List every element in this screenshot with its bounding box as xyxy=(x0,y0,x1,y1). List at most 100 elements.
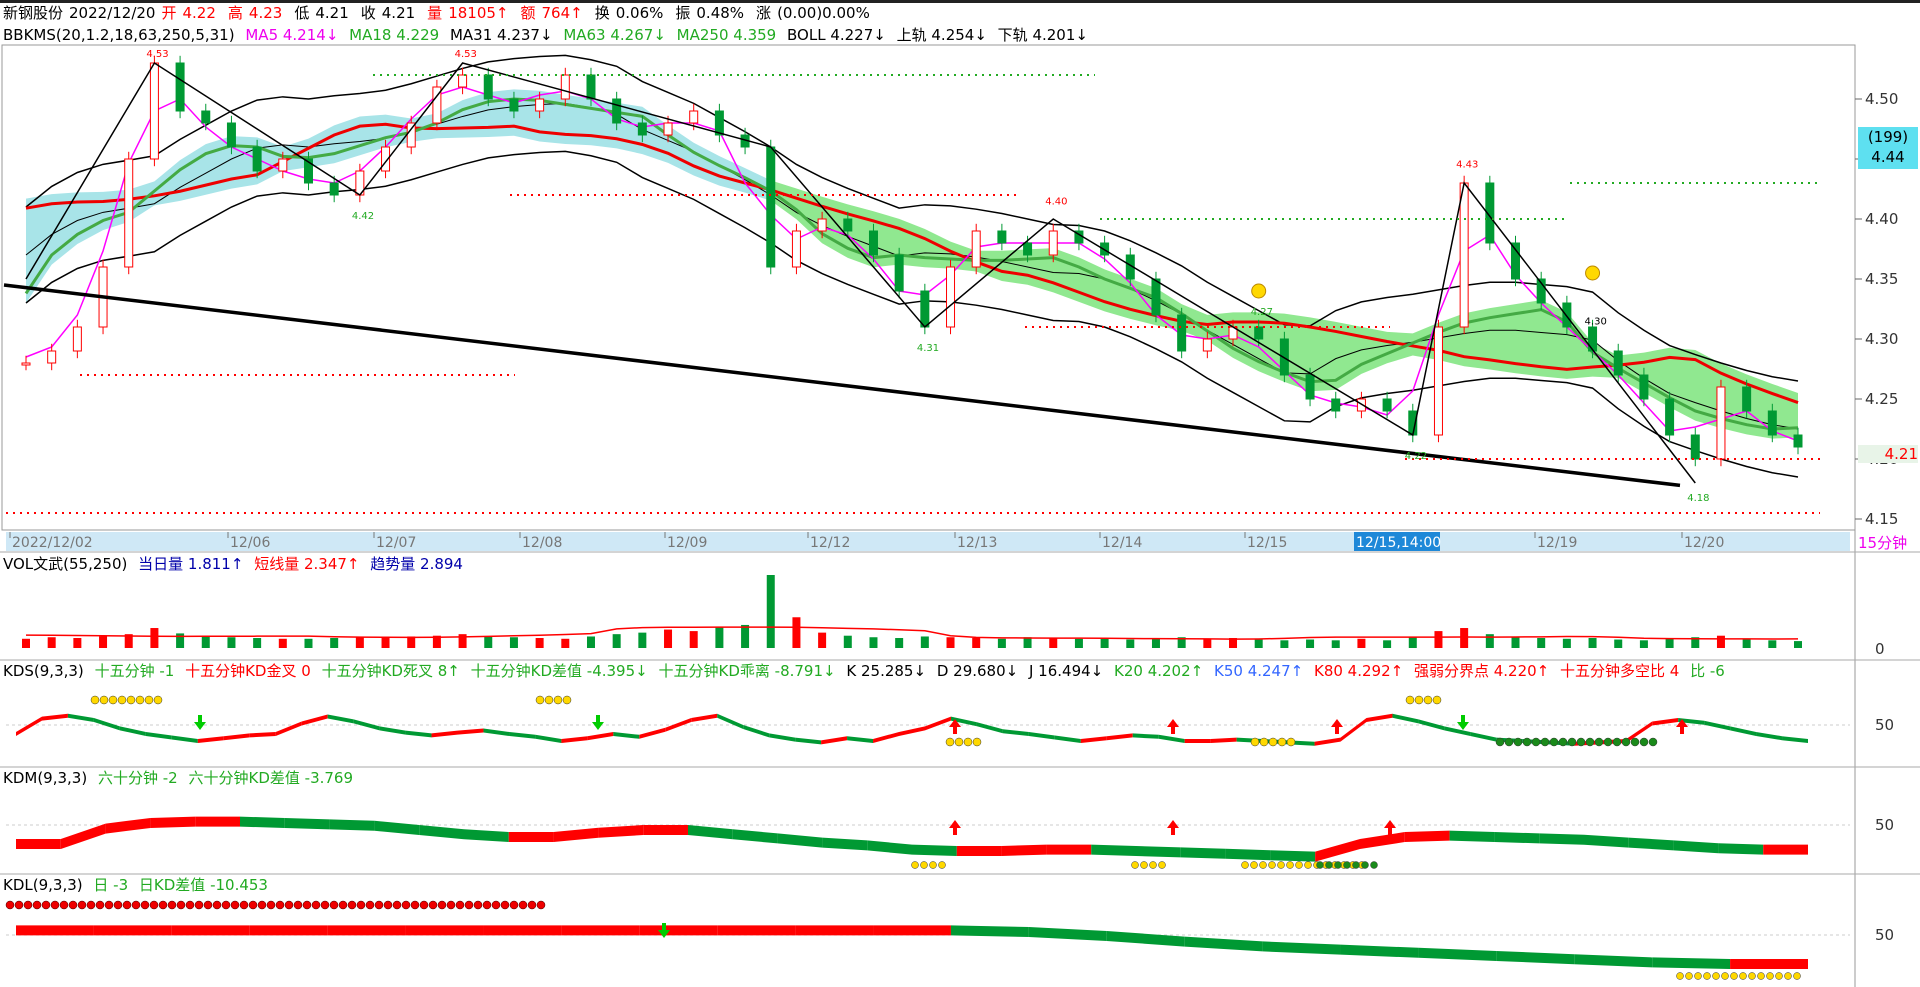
volume-bar xyxy=(664,629,673,648)
candle-body xyxy=(971,230,981,268)
candle-body xyxy=(817,218,827,232)
kdl-signal-dot xyxy=(338,900,348,910)
volume-ma-line xyxy=(25,626,1799,640)
kdm-header: KDM(9,3,3) 六十分钟 -2 六十分钟KD差值 -3.769 xyxy=(3,769,359,787)
kds-segment xyxy=(405,730,432,738)
kdl-signal-dot xyxy=(482,900,492,910)
kdm-signal-dot xyxy=(1259,861,1267,869)
volume-bar xyxy=(1383,640,1392,648)
kdl-signal-dot xyxy=(392,900,402,910)
kdm-signal-dot xyxy=(1325,861,1333,869)
main-panel-frame xyxy=(1,44,1856,531)
kds-segment xyxy=(509,732,536,739)
kds-f: 十五分钟多空比 4 xyxy=(1560,662,1680,680)
kdl-signal-dot xyxy=(122,900,132,910)
kds-segment xyxy=(924,716,951,731)
kds-segment xyxy=(1470,732,1497,742)
volume-bar xyxy=(47,637,56,648)
kds-d: 十五分钟KD差值 -4.395↓ xyxy=(470,662,648,680)
kdm-signal-dot xyxy=(1370,861,1378,869)
kds-segment xyxy=(665,718,692,732)
kdl-signal-dot xyxy=(491,900,501,910)
volume-bar xyxy=(1485,634,1494,648)
date-tick-label: 12/19 xyxy=(1537,535,1577,551)
candle-body xyxy=(1254,326,1264,340)
kds-signal-dot xyxy=(562,695,572,705)
volume-bar xyxy=(1126,639,1135,648)
volume-bar xyxy=(818,632,827,648)
kdl-signal-dot xyxy=(473,900,483,910)
kds-segment xyxy=(899,726,925,736)
candle-body xyxy=(843,218,853,232)
volume-bar xyxy=(561,638,570,648)
period-label[interactable]: 15分钟 xyxy=(1858,532,1918,552)
kdm-segment xyxy=(1046,844,1092,855)
kdm-signal-dot xyxy=(929,861,937,869)
kds-segment xyxy=(976,722,1003,734)
kdl-signal-dot xyxy=(527,900,537,910)
kds-segment xyxy=(301,714,328,726)
zigzag-line xyxy=(25,61,1696,484)
kds-signal-dot xyxy=(1414,695,1424,705)
kds-segment xyxy=(145,732,172,740)
kdm-segment xyxy=(732,829,778,844)
kdl-signal-dot xyxy=(239,900,249,910)
candle-body xyxy=(149,62,159,160)
candle-body xyxy=(714,110,724,136)
kds-signal-dot xyxy=(1603,737,1613,747)
kdl-signal-dot xyxy=(293,900,303,910)
kds-segment xyxy=(67,713,94,722)
up-arrow-icon xyxy=(949,820,961,835)
kdm-signal-dot xyxy=(1316,861,1324,869)
kdl-segment xyxy=(873,925,951,936)
date-tick-label: 12/08 xyxy=(522,535,562,551)
candle-body xyxy=(509,98,519,112)
volume-bar xyxy=(843,635,852,648)
date-highlight-label: 12/15,14:00 xyxy=(1356,535,1441,551)
candle-body xyxy=(612,98,622,124)
kds-signal-dot xyxy=(535,695,545,705)
volume-bar xyxy=(22,638,30,648)
kdl-signal-dot xyxy=(500,900,510,910)
kds-segment xyxy=(1756,732,1783,741)
candle-body xyxy=(637,122,647,136)
kds-segment xyxy=(1730,726,1757,736)
kds-segment xyxy=(1184,739,1211,743)
candle-body xyxy=(766,146,776,268)
kds-segment xyxy=(483,728,510,736)
kdm-segment xyxy=(553,827,599,842)
kds-segment xyxy=(327,714,354,724)
candle-body xyxy=(1742,386,1752,412)
kdl-signal-dot xyxy=(1685,972,1693,980)
kdm-segment xyxy=(329,819,375,831)
kdl-b: 日KD差值 -10.453 xyxy=(138,876,268,894)
kdl-signal-dot xyxy=(1793,972,1801,980)
candle-body xyxy=(1511,242,1521,280)
kds-k: K 25.285↓ xyxy=(846,662,927,680)
down-arrow-icon xyxy=(592,715,604,730)
kdl-signal-dot xyxy=(464,900,474,910)
candle-body xyxy=(1048,230,1058,256)
volume-bar xyxy=(1331,640,1340,648)
kdl-signal-dot xyxy=(14,900,24,910)
kdl-segment xyxy=(16,925,94,936)
candle-body xyxy=(1562,302,1572,328)
volume-bar xyxy=(1357,638,1366,648)
kds-signal-dot xyxy=(544,695,554,705)
volume-bar xyxy=(1614,639,1623,648)
kdl-segment xyxy=(1184,936,1263,952)
kds-segment xyxy=(613,732,640,739)
kdm-segment xyxy=(1539,833,1584,845)
kdm-segment xyxy=(16,839,61,849)
kds-segment xyxy=(1080,736,1107,743)
kdl-segment xyxy=(1652,957,1731,969)
kds-segment xyxy=(561,736,588,743)
kds-d-val: D 29.680↓ xyxy=(936,662,1019,680)
kds-segment xyxy=(1028,732,1055,740)
kdm-signal-dot xyxy=(911,861,919,869)
volume-bar xyxy=(330,638,339,648)
kds-segment xyxy=(821,736,848,745)
kdm-segment xyxy=(1628,837,1674,851)
candle-body xyxy=(1639,374,1649,400)
volume-bar xyxy=(484,636,493,648)
